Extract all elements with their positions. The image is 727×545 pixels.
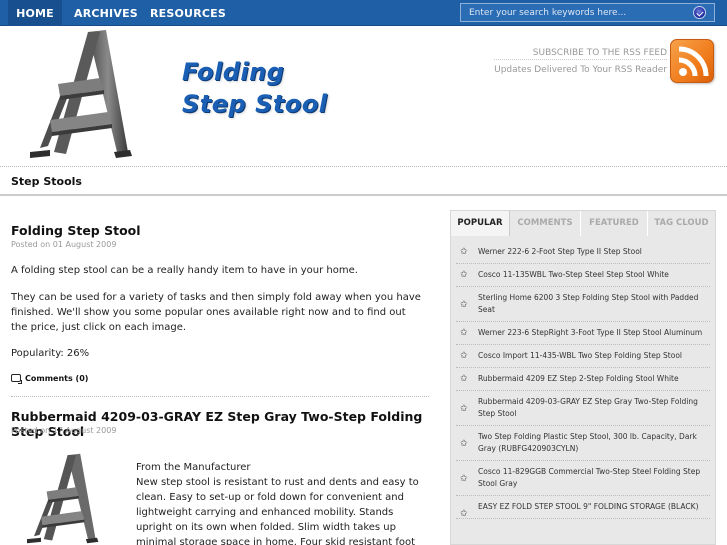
star-icon: ✩	[460, 247, 468, 257]
nav-home-link[interactable]: HOME	[8, 0, 62, 26]
popular-item-label: EASY EZ FOLD STEP STOOL 9" FOLDING STORA…	[478, 502, 699, 511]
popular-item-label: Werner 223-6 StepRight 3-Foot Type II St…	[478, 328, 703, 337]
search-input[interactable]	[461, 4, 686, 21]
popular-item-label: Rubbermaid 4209 EZ Step 2-Step Folding S…	[478, 374, 679, 383]
tab-comments[interactable]: COMMENTS	[510, 211, 581, 236]
site-title-line1: Folding	[182, 58, 285, 86]
comments-link[interactable]: Comments (0)	[11, 374, 89, 384]
rss-feed-icon[interactable]	[670, 39, 714, 83]
popular-item-label: Cosco 11-135WBL Two-Step Steel Step Stoo…	[478, 270, 669, 279]
step-stool-product-image[interactable]	[20, 452, 104, 545]
popular-item[interactable]: ✩ Rubbermaid 4209-03-GRAY EZ Step Gray Tw…	[456, 391, 710, 426]
top-navigation-bar: HOME ARCHIVES RESOURCES	[0, 0, 727, 26]
popular-item[interactable]: ✩ Werner 222-6 2-Foot Step Type II Step S…	[456, 241, 710, 264]
breadcrumb: Step Stools	[11, 175, 82, 188]
star-icon: ✩	[460, 351, 468, 361]
popular-item-label: Sterling Home 6200 3 Step Folding Step S…	[478, 293, 699, 314]
star-icon: ✩	[460, 270, 468, 280]
comments-label: Comments (0)	[25, 374, 89, 383]
nav-resources-link[interactable]: RESOURCES	[150, 0, 226, 26]
main-content: Folding Step Stool Posted on 01 August 2…	[0, 198, 440, 545]
star-icon: ✩	[460, 474, 468, 484]
nav-archives-link[interactable]: ARCHIVES	[74, 0, 138, 26]
post-intro: From the Manufacturer	[136, 462, 251, 473]
rss-subscribe-block: SUBSCRIBE TO THE RSS FEED Updates Delive…	[494, 46, 667, 75]
breadcrumb-bar: Step Stools	[0, 166, 727, 196]
popular-item[interactable]: ✩ Sterling Home 6200 3 Step Folding Step …	[456, 287, 710, 322]
site-header: Folding Step Stool SUBSCRIBE TO THE RSS …	[0, 26, 727, 166]
star-icon: ✩	[460, 509, 468, 519]
post-body-text: New step stool is resistant to rust and …	[136, 477, 419, 545]
post-date: Posted on 01 August 2009	[11, 240, 117, 249]
popular-item-label: Two Step Folding Plastic Step Stool, 300…	[478, 432, 697, 453]
popular-item[interactable]: ✩ Werner 223-6 StepRight 3-Foot Type II S…	[456, 322, 710, 345]
post-popularity: Popularity: 26%	[11, 348, 90, 359]
popular-item-label: Werner 222-6 2-Foot Step Type II Step St…	[478, 247, 642, 256]
post-title[interactable]: Folding Step Stool	[11, 223, 141, 238]
rss-subtitle: Updates Delivered To Your RSS Reader	[494, 65, 667, 75]
site-title[interactable]: Folding Step Stool	[182, 56, 328, 120]
popular-item[interactable]: ✩ Cosco 11-829GGB Commercial Two-Step Ste…	[456, 461, 710, 496]
sidebar-tabbed-widget: POPULAR COMMENTS FEATURED TAG CLOUD ✩ Wer…	[450, 210, 716, 545]
star-icon: ✩	[460, 328, 468, 338]
post-divider	[11, 396, 429, 397]
popular-item[interactable]: ✩ Rubbermaid 4209 EZ Step 2-Step Folding …	[456, 368, 710, 391]
star-icon: ✩	[460, 374, 468, 384]
popular-item-label: Cosco 11-829GGB Commercial Two-Step Stee…	[478, 467, 701, 488]
post-body: From the Manufacturer New step stool is …	[136, 460, 428, 545]
search-box	[460, 3, 715, 22]
popular-list: ✩ Werner 222-6 2-Foot Step Type II Step S…	[456, 241, 710, 519]
popular-item-label: Cosco Import 11-435-WBL Two Step Folding…	[478, 351, 682, 360]
tab-featured[interactable]: FEATURED	[581, 211, 648, 236]
post-paragraph: They can be used for a variety of tasks …	[11, 292, 421, 333]
star-icon: ✩	[460, 439, 468, 449]
tab-popular[interactable]: POPULAR	[451, 211, 510, 236]
popular-item-label: Rubbermaid 4209-03-GRAY EZ Step Gray Two…	[478, 397, 698, 418]
rss-subscribe-link[interactable]: SUBSCRIBE TO THE RSS FEED	[494, 46, 667, 60]
search-go-icon[interactable]	[693, 6, 706, 19]
star-icon: ✩	[460, 300, 468, 310]
popular-item[interactable]: ✩ Cosco Import 11-435-WBL Two Step Foldin…	[456, 345, 710, 368]
comment-icon	[11, 374, 22, 384]
post-paragraph: A folding step stool can be a really han…	[11, 265, 358, 276]
popular-item[interactable]: ✩ Cosco 11-135WBL Two-Step Steel Step Sto…	[456, 264, 710, 287]
post-date: Posted on 17 August 2009	[11, 426, 117, 435]
sidebar-tabs: POPULAR COMMENTS FEATURED TAG CLOUD	[451, 211, 715, 236]
star-icon: ✩	[460, 404, 468, 414]
popular-item[interactable]: ✩ EASY EZ FOLD STEP STOOL 9" FOLDING STOR…	[456, 496, 710, 519]
site-title-line2: Step Stool	[182, 90, 328, 118]
popular-item[interactable]: ✩ Two Step Folding Plastic Step Stool, 30…	[456, 426, 710, 461]
tab-tag-cloud[interactable]: TAG CLOUD	[648, 211, 715, 236]
step-stool-logo-image[interactable]	[20, 28, 140, 160]
